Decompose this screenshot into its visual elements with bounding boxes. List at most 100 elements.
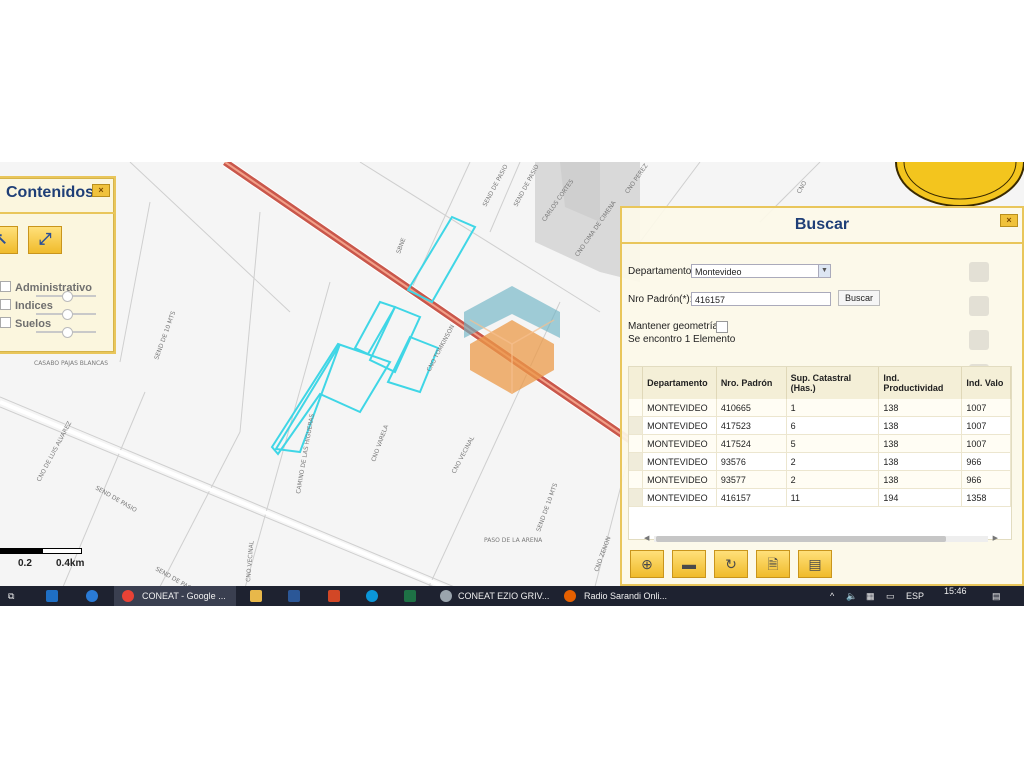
buscar-panel: Buscar × Departamento Montevideo ▼ Nro P… [620,206,1024,586]
table-cell: MONTEVIDEO [642,470,717,489]
file-explorer-icon[interactable] [250,590,262,602]
collapse-arrow-button[interactable]: ↖ [0,226,18,254]
volume-icon[interactable]: 🔈 [846,586,857,606]
notifications-icon[interactable]: ▤ [992,586,1001,606]
table-cell: 966 [961,470,1011,489]
word-icon[interactable] [288,590,300,602]
taskbar-app-coneat[interactable]: CONEAT EZIO GRIV... [458,586,549,606]
table-row[interactable]: MONTEVIDEO 93577 2 138 966 [629,470,1011,489]
row-selector[interactable] [629,399,644,417]
zoom-in-button[interactable]: ⊕ [630,550,664,578]
document-button[interactable]: 🗎 [756,550,790,578]
table-cell: MONTEVIDEO [642,399,717,417]
table-row[interactable]: MONTEVIDEO 93576 2 138 966 [629,452,1011,471]
layer-opacity-slider[interactable] [36,291,96,302]
table-cell: 138 [878,399,963,417]
table-cell: 138 [878,434,963,453]
firefox-icon[interactable] [564,590,576,602]
chrome-profile-icon[interactable] [440,590,452,602]
mantener-label: Mantener geometría [628,321,719,332]
table-cell: 1007 [961,434,1011,453]
departamento-label: Departamento [628,266,692,277]
slider-knob[interactable] [62,309,73,320]
table-cell: 138 [878,452,963,471]
contenidos-close-button[interactable]: × [92,184,110,197]
padron-label: Nro Padrón(*): [628,294,693,305]
chrome-icon[interactable] [122,590,134,602]
chevron-down-icon[interactable]: ▼ [818,265,830,277]
table-icon: ▤ [808,556,822,572]
table-cell: 417524 [716,434,787,453]
mantener-checkbox[interactable] [716,321,728,333]
remove-button[interactable]: ▬ [672,550,706,578]
table-cell: 93577 [716,470,787,489]
layer-checkbox[interactable] [0,317,11,328]
powerpoint-icon[interactable] [328,590,340,602]
edge-icon[interactable] [86,590,98,602]
taskbar-app-radio[interactable]: Radio Sarandi Onli... [584,586,667,606]
buscar-close-button[interactable]: × [1000,214,1018,227]
layer-row-administrativo[interactable]: Administrativo [0,281,92,294]
search-button[interactable]: Buscar [838,290,880,306]
layer-opacity-slider[interactable] [36,327,96,338]
taskbar: ⧉ CONEAT - Google ... CONEAT EZIO GRIV..… [0,586,1024,606]
departamento-select[interactable]: Montevideo ▼ [691,264,831,278]
outlook-icon[interactable] [46,590,58,602]
layer-opacity-slider[interactable] [36,309,96,320]
table-row[interactable]: MONTEVIDEO 410665 1 138 1007 [629,399,1011,417]
arrow-icon: ↖ [0,231,8,248]
column-header[interactable]: Nro. Padrón [716,367,787,399]
table-button[interactable]: ▤ [798,550,832,578]
table-cell: MONTEVIDEO [642,434,717,453]
excel-icon[interactable] [404,590,416,602]
table-cell: 417523 [716,416,787,435]
refresh-icon: ↻ [725,556,737,572]
row-selector[interactable] [629,452,644,471]
row-selector[interactable] [629,416,644,435]
clock-time[interactable]: 15:46 [944,581,967,601]
screen: CASABO PAJAS BLANCAS PASO DE LA ARENA SE… [0,162,1024,606]
row-selector[interactable] [629,470,644,489]
scale-segment [42,548,82,554]
table-cell: 5 [786,434,880,453]
scroll-thumb[interactable] [656,536,946,542]
network-icon[interactable]: ▦ [866,586,875,606]
task-view-button[interactable]: ⧉ [8,586,22,606]
column-header[interactable]: Sup. Catastral (Has.) [786,367,880,399]
divider [0,212,114,214]
refresh-button[interactable]: ↻ [714,550,748,578]
layer-row-indices[interactable]: Indices [0,299,53,312]
scroll-left-icon[interactable]: ◀ [644,534,649,542]
padron-input[interactable]: 416157 [691,292,831,306]
table-row[interactable]: MONTEVIDEO 417523 6 138 1007 [629,416,1011,435]
layer-row-suelos[interactable]: Suelos [0,317,51,330]
table-cell: 1 [786,399,880,417]
layer-checkbox[interactable] [0,299,11,310]
column-header[interactable]: Departamento [642,367,717,399]
column-header[interactable]: Ind. Valo [961,367,1011,399]
horizontal-scrollbar[interactable]: ◀ ▶ [644,534,998,542]
column-header[interactable]: Ind. Productividad [878,367,963,399]
expand-arrow-button[interactable]: ⤢ [28,226,62,254]
table-cell: 2 [786,470,880,489]
table-cell: 1007 [961,399,1011,417]
row-selector[interactable] [629,488,644,507]
slider-knob[interactable] [62,291,73,302]
table-cell: 194 [878,488,963,507]
table-cell: 966 [961,452,1011,471]
table-row[interactable]: MONTEVIDEO 416157 11 194 1358 [629,488,1011,507]
slider-knob[interactable] [62,327,73,338]
row-selector[interactable] [629,434,644,453]
table-row[interactable]: MONTEVIDEO 417524 5 138 1007 [629,434,1011,453]
taskbar-app-chrome[interactable]: CONEAT - Google ... [142,586,226,606]
watermark-logo [464,286,560,394]
skype-icon[interactable] [366,590,378,602]
language-indicator[interactable]: ESP [906,586,924,606]
layer-checkbox[interactable] [0,281,11,292]
battery-icon[interactable]: ▭ [886,586,895,606]
layer-label: Indices [15,300,53,312]
table-cell: 416157 [716,488,787,507]
scroll-right-icon[interactable]: ▶ [993,534,998,542]
tray-chevron-icon[interactable]: ^ [830,586,834,606]
scale-segment [0,548,42,554]
